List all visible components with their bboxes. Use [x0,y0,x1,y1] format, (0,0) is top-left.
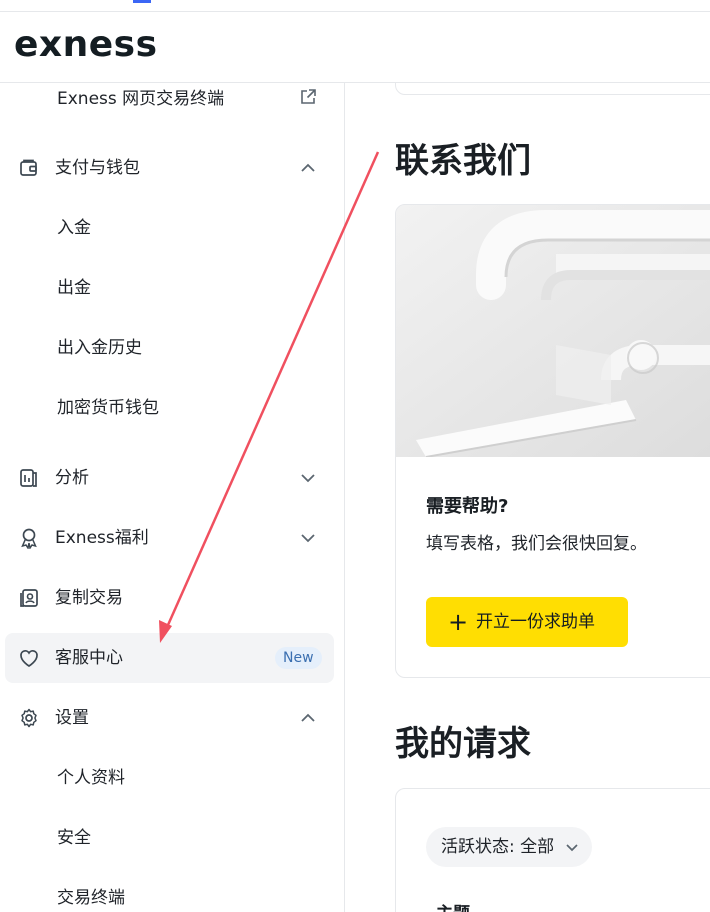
status-filter-dropdown[interactable]: 活跃状态: 全部 [426,827,593,867]
wallet-icon [20,159,37,176]
help-hero-image [396,205,710,457]
exness-logo[interactable]: exness [14,24,158,65]
sidebar: Exness 网页交易终端 支付与钱包 入金 出金 出入金历史 加密货币钱包 分… [0,83,345,912]
subject-column-header: 主题 [436,899,470,912]
sidebar-item-label: 安全 [57,828,91,848]
open-ticket-label: 开立一份求助单 [476,612,595,632]
sidebar-item-label: Exness福利 [55,528,149,548]
sidebar-item-label: 设置 [55,708,89,728]
sidebar-item-label: 出入金历史 [57,338,142,358]
contact-title: 联系我们 [395,141,531,181]
copy-trading-icon [20,589,38,607]
help-card-heading: 需要帮助? [426,496,509,517]
chevron-up-icon [301,163,315,172]
analytics-icon [20,469,37,487]
sidebar-item-label: 交易终端 [57,888,125,908]
chevron-down-icon [301,534,315,543]
sidebar-item-deposit[interactable]: 入金 [5,203,334,253]
tab-indicator [133,0,151,3]
sidebar-item-profile[interactable]: 个人资料 [5,753,334,803]
sidebar-item-settings[interactable]: 设置 [5,693,334,743]
status-filter-label: 活跃状态: 全部 [441,837,555,857]
gear-icon [21,708,37,728]
sidebar-item-label: 个人资料 [57,768,125,788]
sidebar-item-label: Exness 网页交易终端 [57,89,225,109]
sidebar-item-copy-trading[interactable]: 复制交易 [5,573,334,623]
sidebar-item-label: 出金 [57,278,91,298]
sidebar-item-label: 入金 [57,218,91,238]
sidebar-item-label: 分析 [55,468,89,488]
sidebar-item-withdraw[interactable]: 出金 [5,263,334,313]
chevron-down-icon [301,474,315,483]
open-ticket-button[interactable]: + 开立一份求助单 [426,597,628,647]
previous-card [395,83,710,95]
sidebar-item-label: 客服中心 [55,648,123,668]
top-strip [0,0,710,12]
chevron-up-icon [301,713,315,722]
sidebar-item-web-terminal[interactable]: Exness 网页交易终端 [5,83,334,124]
header: exness [0,12,710,83]
sidebar-item-label: 复制交易 [55,588,123,608]
help-card-text: 填写表格，我们会很快回复。 [426,534,647,554]
sidebar-item-crypto-wallet[interactable]: 加密货币钱包 [5,383,334,433]
sidebar-item-label: 加密货币钱包 [57,398,159,418]
sidebar-item-trading-terminal[interactable]: 交易终端 [5,873,334,912]
main-content: 联系我们 需要帮助? 填写表格，我们会很快回复。 + 开立一份求助单 我的请求 … [345,83,710,912]
external-link-icon [301,89,316,104]
sidebar-item-support-center[interactable]: 客服中心 New [5,633,334,683]
sidebar-item-analytics[interactable]: 分析 [5,453,334,503]
sidebar-item-security[interactable]: 安全 [5,813,334,863]
plus-icon: + [448,608,469,636]
chevron-down-icon [566,844,578,852]
heart-icon [20,650,38,667]
requests-title: 我的请求 [395,724,531,764]
sidebar-item-payments[interactable]: 支付与钱包 [5,143,334,193]
requests-card: 活跃状态: 全部 主题 [395,788,710,912]
sidebar-item-transaction-history[interactable]: 出入金历史 [5,323,334,373]
sidebar-item-label: 支付与钱包 [55,158,140,178]
new-badge: New [275,647,322,669]
award-icon [21,528,37,549]
help-card: 需要帮助? 填写表格，我们会很快回复。 + 开立一份求助单 [395,204,710,678]
sidebar-item-benefits[interactable]: Exness福利 [5,513,334,563]
